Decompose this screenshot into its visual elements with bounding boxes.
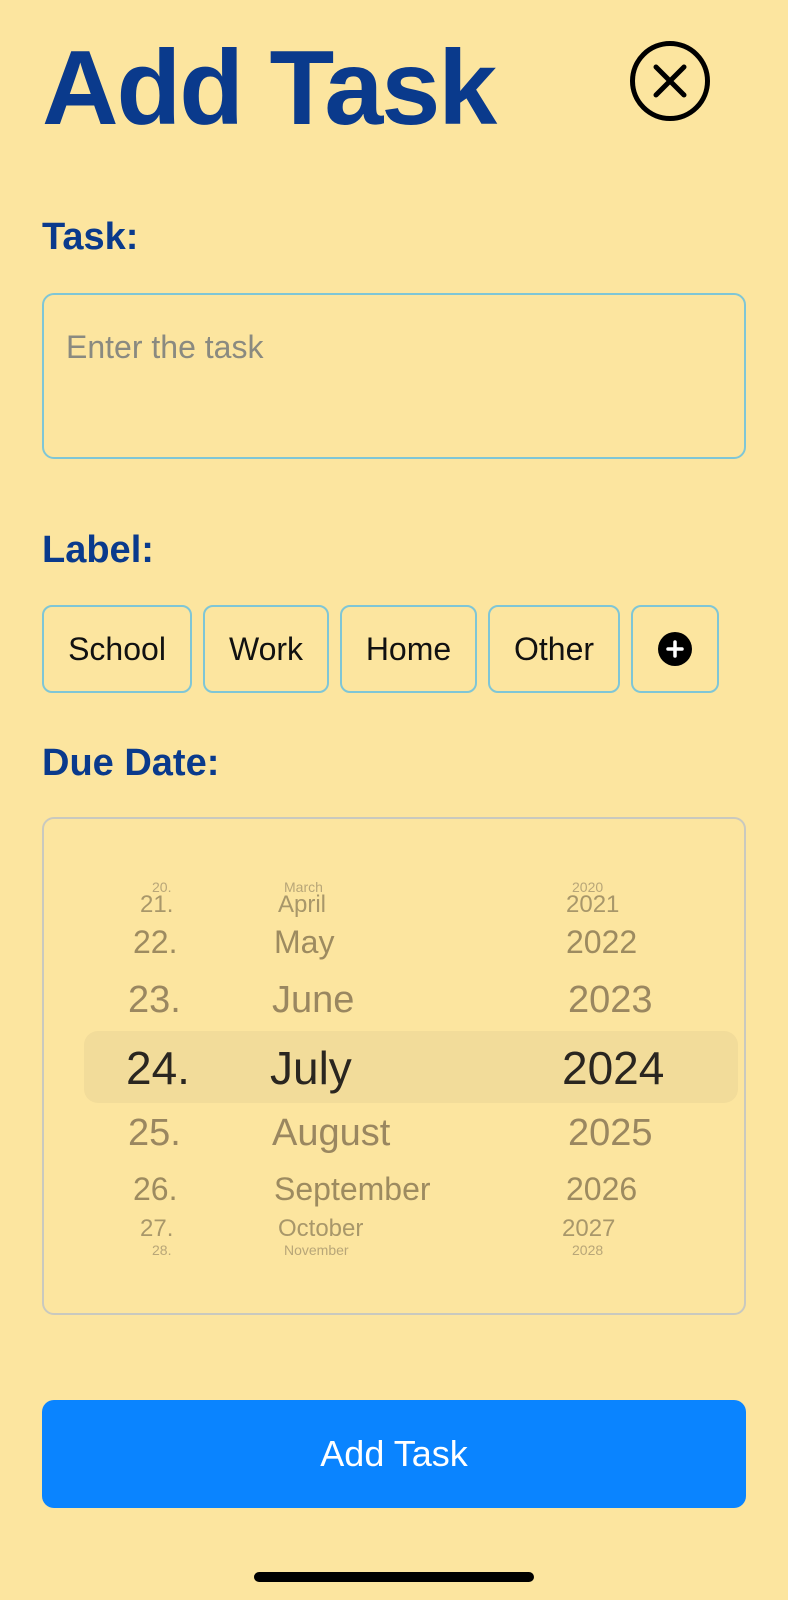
add-task-button[interactable]: Add Task bbox=[42, 1400, 746, 1508]
picker-year[interactable]: 2021 bbox=[566, 893, 619, 917]
add-label-button[interactable] bbox=[631, 605, 719, 693]
task-input[interactable]: Enter the task bbox=[42, 293, 746, 459]
due-date-label: Due Date: bbox=[42, 742, 220, 784]
picker-year[interactable]: 2025 bbox=[568, 1114, 653, 1152]
picker-month[interactable]: April bbox=[278, 893, 326, 917]
label-chip-work[interactable]: Work bbox=[203, 605, 329, 693]
picker-year[interactable]: 2026 bbox=[566, 1173, 637, 1205]
picker-month[interactable]: June bbox=[272, 981, 354, 1019]
picker-year[interactable]: 2023 bbox=[568, 981, 653, 1019]
picker-month[interactable]: August bbox=[272, 1114, 390, 1152]
picker-month[interactable]: November bbox=[284, 1243, 349, 1257]
picker-year-selected[interactable]: 2024 bbox=[562, 1045, 664, 1091]
picker-month[interactable]: September bbox=[274, 1173, 431, 1205]
picker-year[interactable]: 2022 bbox=[566, 926, 637, 958]
picker-day[interactable]: 28. bbox=[152, 1243, 171, 1257]
home-indicator[interactable] bbox=[254, 1572, 534, 1582]
close-button[interactable] bbox=[630, 41, 710, 121]
label-chip-other[interactable]: Other bbox=[488, 605, 620, 693]
label-chip-school[interactable]: School bbox=[42, 605, 192, 693]
picker-day[interactable]: 25. bbox=[128, 1114, 181, 1152]
picker-month-selected[interactable]: July bbox=[270, 1045, 352, 1091]
picker-day-selected[interactable]: 24. bbox=[126, 1045, 190, 1091]
task-label: Task: bbox=[42, 216, 139, 258]
picker-day[interactable]: 23. bbox=[128, 981, 181, 1019]
picker-day[interactable]: 26. bbox=[133, 1173, 177, 1205]
label-chip-home[interactable]: Home bbox=[340, 605, 477, 693]
task-input-placeholder: Enter the task bbox=[66, 329, 264, 365]
label-section-label: Label: bbox=[42, 529, 154, 571]
page-title: Add Task bbox=[42, 29, 497, 147]
picker-year[interactable]: 2028 bbox=[572, 1243, 603, 1257]
picker-day[interactable]: 21. bbox=[140, 893, 173, 917]
plus-circle-icon bbox=[658, 632, 692, 666]
picker-year[interactable]: 2027 bbox=[562, 1217, 615, 1241]
picker-month[interactable]: May bbox=[274, 926, 334, 958]
picker-day[interactable]: 27. bbox=[140, 1217, 173, 1241]
picker-day[interactable]: 22. bbox=[133, 926, 177, 958]
picker-month[interactable]: October bbox=[278, 1217, 363, 1241]
close-icon bbox=[653, 64, 687, 98]
